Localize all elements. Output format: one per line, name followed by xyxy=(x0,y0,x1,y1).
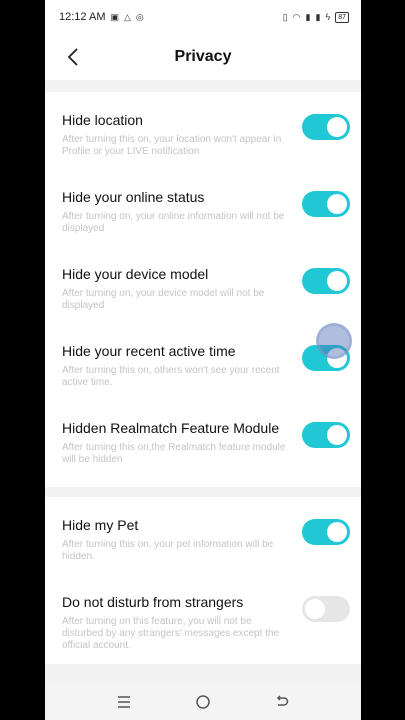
setting-label: Do not disturb from strangers xyxy=(62,594,244,610)
home-button[interactable] xyxy=(190,689,216,715)
setting-description: After turning this on, others won't see … xyxy=(62,365,280,388)
phone-screen: 12:12 AM ▣ △ ◎ ▯ ◠ ▮ ▮ ϟ 87 Privacy Hide… xyxy=(45,0,361,720)
back-arrow-icon xyxy=(276,695,288,706)
setting-label: Hide your device model xyxy=(62,266,209,282)
setting-row-hide-recent-active-time: Hide your recent active time After turni… xyxy=(45,323,361,400)
chevron-left-icon xyxy=(67,48,78,66)
do-not-disturb-toggle[interactable] xyxy=(302,596,350,622)
setting-description: After turning this on,the Realmatch feat… xyxy=(62,442,286,465)
vibrate-icon: ▯ xyxy=(282,11,288,22)
status-time: 12:12 AM xyxy=(59,11,106,23)
header: Privacy xyxy=(45,34,361,80)
hide-location-toggle[interactable] xyxy=(302,114,350,140)
setting-label: Hide location xyxy=(62,112,143,128)
setting-label: Hide your online status xyxy=(62,189,205,205)
hide-online-status-toggle[interactable] xyxy=(302,191,350,217)
whatsapp-icon: ◎ xyxy=(135,11,144,22)
settings-section-1: Hide location After turning this on, you… xyxy=(45,92,361,487)
video-icon: ▣ xyxy=(110,11,119,22)
setting-description: After turning on, your online informatio… xyxy=(62,211,285,234)
signal-icon: ▮ xyxy=(305,11,311,22)
setting-label: Hide my Pet xyxy=(62,517,139,533)
status-bar: 12:12 AM ▣ △ ◎ ▯ ◠ ▮ ▮ ϟ 87 xyxy=(45,0,361,34)
system-nav-bar xyxy=(45,684,361,720)
menu-icon xyxy=(118,696,131,708)
back-nav-button[interactable] xyxy=(269,689,295,715)
setting-description: After turning this on, your pet informat… xyxy=(62,539,274,562)
setting-row-hidden-realmatch: Hidden Realmatch Feature Module After tu… xyxy=(45,400,361,477)
settings-section-2: Hide my Pet After turning this on, your … xyxy=(45,497,361,664)
hide-my-pet-toggle[interactable] xyxy=(302,519,350,545)
menu-button[interactable] xyxy=(111,689,137,715)
touch-indicator xyxy=(316,323,352,359)
home-circle-icon xyxy=(196,695,210,709)
setting-label: Hide your recent active time xyxy=(62,343,236,359)
setting-description: After turning on this feature, you will … xyxy=(62,616,280,651)
setting-row-hide-online-status: Hide your online status After turning on… xyxy=(45,169,361,246)
alert-icon: △ xyxy=(124,11,131,22)
charging-icon: ϟ xyxy=(325,12,331,22)
wifi-icon: ◠ xyxy=(292,11,301,22)
setting-description: After turning on, your device model will… xyxy=(62,288,265,311)
setting-row-do-not-disturb: Do not disturb from strangers After turn… xyxy=(45,574,361,664)
setting-label: Hidden Realmatch Feature Module xyxy=(62,420,280,436)
setting-row-hide-device-model: Hide your device model After turning on,… xyxy=(45,246,361,323)
setting-description: After turning this on, your location won… xyxy=(62,134,282,157)
setting-row-hide-my-pet: Hide my Pet After turning this on, your … xyxy=(45,497,361,574)
setting-row-hide-location: Hide location After turning this on, you… xyxy=(45,92,361,169)
battery-icon: 87 xyxy=(335,11,349,23)
hide-device-model-toggle[interactable] xyxy=(302,268,350,294)
page-title: Privacy xyxy=(174,48,232,65)
signal-icon-2: ▮ xyxy=(315,11,321,22)
back-button[interactable] xyxy=(59,43,87,71)
hidden-realmatch-toggle[interactable] xyxy=(302,422,350,448)
